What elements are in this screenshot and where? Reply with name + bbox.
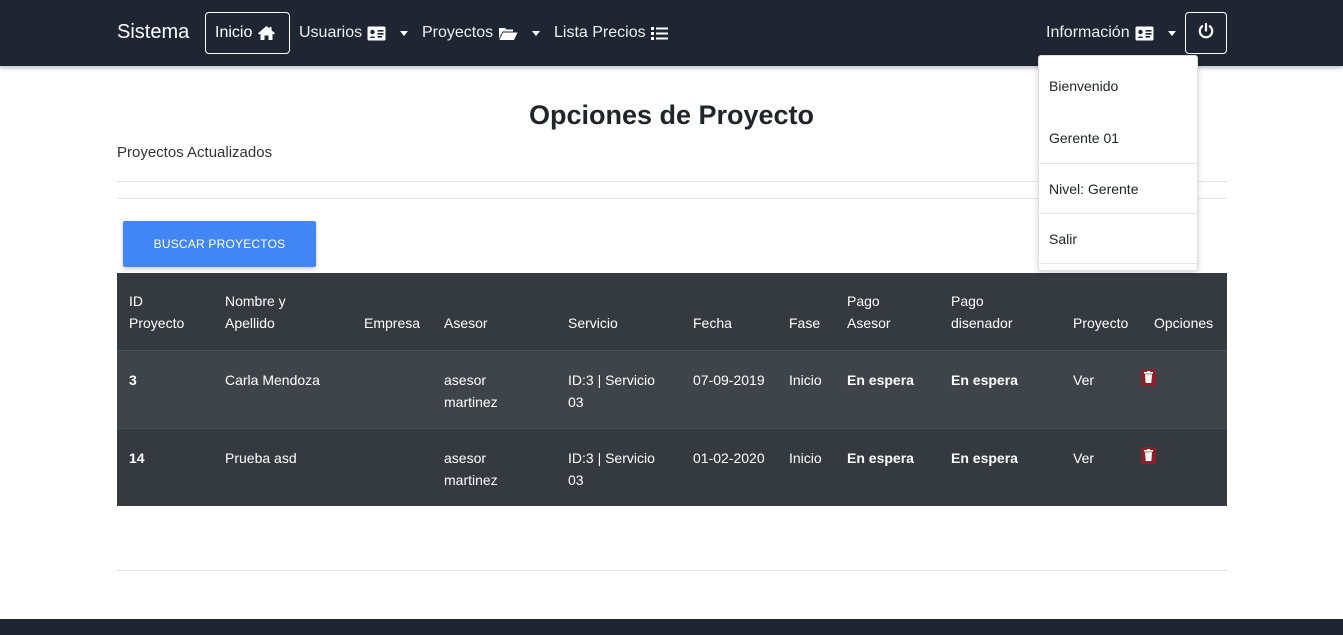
cell-asesor: asesor martinez [444,369,498,413]
cell-nombre: Carla Mendoza [225,372,320,388]
id-card-icon [1135,26,1154,41]
trash-icon[interactable] [1141,369,1156,391]
cell-asesor-line2: martinez [444,394,498,410]
nav-lista-precios[interactable]: Lista Precios [554,12,668,54]
page-subtitle: Proyectos Actualizados [117,144,273,161]
header-pago-asesor-line1: Pago [847,293,880,309]
cell-servicio: ID:3 | Servicio 03 [568,369,655,413]
header-id-line1: ID [129,293,143,309]
header-pago-disenador-line2: disenador [951,315,1013,331]
view-project-link[interactable]: Ver [1073,369,1094,391]
cell-servicio-line2: 03 [568,394,584,410]
cell-pago-disenador: En espera [951,372,1018,388]
header-id-line2: Proyecto [129,315,185,331]
nav-lista-precios-label: Lista Precios [554,24,646,41]
brand-link[interactable]: Sistema [117,21,189,44]
cell-id: 3 [129,372,137,388]
nav-usuarios[interactable]: Usuarios [299,12,409,54]
header-pago-asesor: Pago Asesor [847,290,891,334]
header-fase: Fase [789,315,821,331]
nav-proyectos[interactable]: Proyectos [422,12,541,54]
header-pago-disenador: Pago disenador [951,290,1013,334]
id-card-icon [367,26,386,41]
table-row: 3 Carla Mendoza asesor martinez ID:3 | S… [117,351,1227,429]
search-projects-button[interactable]: BUSCAR PROYECTOS [123,221,316,267]
dropdown-item-salir[interactable]: Salir [1039,213,1197,263]
folder-open-icon [498,26,518,41]
footer [0,619,1343,635]
cell-servicio-line1: ID:3 | Servicio [568,372,655,388]
cell-pago-asesor: En espera [847,450,914,466]
header-asesor: Asesor [444,315,488,331]
nav-usuarios-label: Usuarios [299,24,363,41]
home-icon [257,25,276,41]
proyectos-caret-icon[interactable] [532,30,541,36]
dropdown-item-user: Gerente 01 [1049,130,1120,146]
logout-button[interactable] [1185,12,1227,54]
cell-fecha: 07-09-2019 [693,372,765,388]
header-nombre: Nombre y Apellido [225,290,286,334]
nav-inicio-label: Inicio [215,24,253,41]
header-proyecto: Proyecto [1073,315,1129,331]
cell-pago-asesor: En espera [847,372,914,388]
header-servicio: Servicio [568,315,618,331]
usuarios-caret-icon[interactable] [400,30,409,36]
cell-asesor: asesor martinez [444,447,498,491]
nav-inicio[interactable]: Inicio [205,12,290,54]
dropdown-item-nivel: Nivel: Gerente [1039,163,1197,213]
header-empresa: Empresa [364,315,421,331]
table-header: ID Proyecto Nombre y Apellido Empresa As… [117,273,1227,351]
header-id: ID Proyecto [129,290,184,334]
power-icon [1197,22,1215,45]
header-nombre-line2: Apellido [225,315,275,331]
header-opciones: Opciones [1154,315,1214,331]
cell-pago-disenador: En espera [951,450,1018,466]
nav-informacion[interactable]: Información [1046,12,1176,54]
cell-servicio-line1: ID:3 | Servicio [568,450,655,466]
divider [117,570,1227,571]
cell-asesor-line1: asesor [444,372,487,388]
cell-asesor-line1: asesor [444,450,487,466]
user-dropdown-menu: Bienvenido Gerente 01 Nivel: Gerente Sal… [1038,55,1198,271]
cell-servicio: ID:3 | Servicio 03 [568,447,655,491]
cell-servicio-line2: 03 [568,472,584,488]
nav-informacion-label: Información [1046,24,1130,41]
projects-table: ID Proyecto Nombre y Apellido Empresa As… [117,273,1227,506]
nav-proyectos-label: Proyectos [422,24,494,41]
cell-asesor-line2: martinez [444,472,498,488]
trash-icon[interactable] [1141,447,1156,469]
header-pago-disenador-line1: Pago [951,293,984,309]
cell-fecha: 01-02-2020 [693,450,765,466]
view-project-link[interactable]: Ver [1073,447,1094,469]
cell-fase: Inicio [789,372,822,388]
informacion-caret-icon[interactable] [1167,30,1176,36]
cell-id: 14 [129,450,145,466]
header-pago-asesor-line2: Asesor [847,315,891,331]
cell-fase: Inicio [789,450,822,466]
dropdown-item-bienvenido: Bienvenido [1049,77,1119,94]
header-fecha: Fecha [693,315,732,331]
table-row: 14 Prueba asd asesor martinez ID:3 | Ser… [117,429,1227,506]
header-nombre-line1: Nombre y [225,293,286,309]
list-icon [650,26,668,41]
cell-nombre: Prueba asd [225,450,297,466]
dropdown-divider [1039,263,1197,271]
